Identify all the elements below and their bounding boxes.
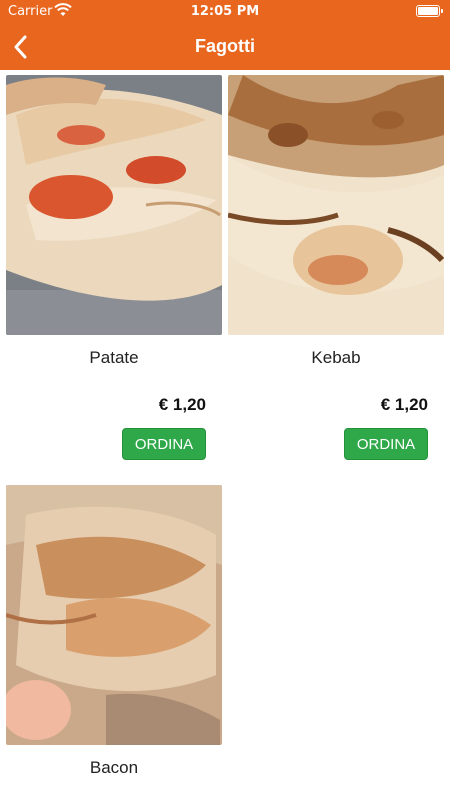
product-card-bacon: Bacon — [6, 485, 222, 800]
nav-bar: Fagotti — [0, 24, 450, 70]
product-price-kebab: € 1,20 — [380, 395, 428, 414]
status-bar: Carrier 12:05 PM — [0, 0, 450, 24]
order-button-kebab[interactable]: ORDINA — [344, 428, 428, 460]
order-button-patate[interactable]: ORDINA — [122, 428, 206, 460]
product-name-bacon: Bacon — [89, 758, 139, 777]
product-card-patate: Patate € 1,20 ORDINA — [6, 75, 222, 470]
product-image-patate[interactable] — [6, 75, 222, 335]
product-name-kebab: Kebab — [311, 348, 361, 367]
product-image-bacon[interactable] — [6, 485, 222, 745]
product-card-kebab: Kebab € 1,20 ORDINA — [228, 75, 444, 470]
product-name-patate: Patate — [89, 348, 139, 367]
status-time: 12:05 PM — [190, 4, 260, 19]
page-title: Fagotti — [195, 36, 255, 56]
product-image-kebab[interactable] — [228, 75, 444, 335]
product-price-patate: € 1,20 — [158, 395, 206, 414]
battery-icon — [416, 5, 443, 17]
